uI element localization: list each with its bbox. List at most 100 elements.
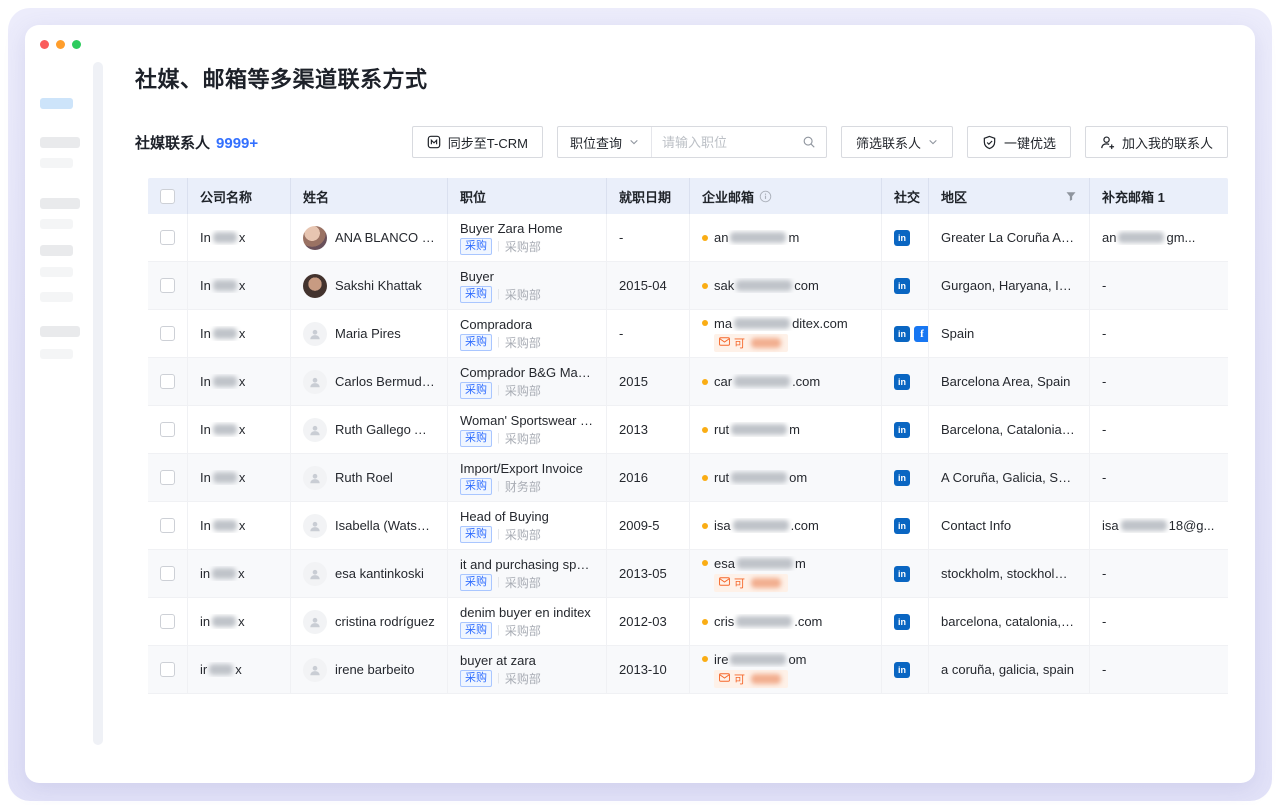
redacted-text bbox=[213, 328, 237, 339]
email-status-dot bbox=[702, 320, 708, 326]
company-cell: Inx bbox=[188, 310, 291, 357]
contact-name: esa kantinkoski bbox=[335, 566, 424, 581]
redacted-text bbox=[213, 424, 237, 435]
position-search-input[interactable] bbox=[662, 135, 796, 150]
linkedin-icon[interactable]: in bbox=[894, 566, 910, 582]
extra-email-cell: - bbox=[1090, 310, 1228, 357]
row-checkbox[interactable] bbox=[160, 422, 175, 437]
row-checkbox[interactable] bbox=[160, 614, 175, 629]
linkedin-icon[interactable]: in bbox=[894, 470, 910, 486]
linkedin-icon[interactable]: in bbox=[894, 518, 910, 534]
column-label-social: 社交 bbox=[894, 187, 920, 206]
badge-check-icon bbox=[982, 135, 997, 150]
hire-date-cell: 2015 bbox=[607, 358, 690, 405]
table-row: InxRuth Gallego AgullóWoman' Sportswear … bbox=[148, 406, 1228, 454]
position-title: Buyer bbox=[460, 269, 494, 284]
extra-email-cell: isa18@g... bbox=[1090, 502, 1228, 549]
social-cell: in bbox=[882, 406, 929, 453]
info-icon[interactable] bbox=[759, 190, 772, 203]
hire-date-cell: 2009-5 bbox=[607, 502, 690, 549]
department-label: 采购部 bbox=[505, 574, 541, 591]
role-tag: 采购 bbox=[460, 430, 492, 447]
position-title: Buyer Zara Home bbox=[460, 221, 563, 236]
name-cell: Isabella (Watson) L... bbox=[291, 502, 448, 549]
company-cell: inx bbox=[188, 598, 291, 645]
row-checkbox[interactable] bbox=[160, 470, 175, 485]
redacted-text bbox=[213, 472, 237, 483]
email-cell: rutom bbox=[690, 454, 882, 501]
toolbar-actions: 同步至T-CRM 职位查询 筛选联系人 bbox=[412, 126, 1228, 158]
email-status-dot bbox=[702, 235, 708, 241]
position-cell: it and purchasing speci...采购|采购部 bbox=[448, 550, 607, 597]
row-checkbox[interactable] bbox=[160, 374, 175, 389]
sidebar-skeleton-item bbox=[40, 245, 73, 256]
row-checkbox[interactable] bbox=[160, 326, 175, 341]
linkedin-icon[interactable]: in bbox=[894, 614, 910, 630]
row-checkbox[interactable] bbox=[160, 566, 175, 581]
tag-divider: | bbox=[497, 240, 500, 252]
sidebar-skeleton-item bbox=[40, 137, 80, 148]
name-cell: Carlos Bermudo Cr... bbox=[291, 358, 448, 405]
filter-contacts-dropdown[interactable]: 筛选联系人 bbox=[841, 126, 953, 158]
redacted-text bbox=[213, 520, 237, 531]
hire-date-cell: 2013-05 bbox=[607, 550, 690, 597]
sidebar-skeleton-item bbox=[40, 198, 80, 209]
name-cell: Sakshi Khattak bbox=[291, 262, 448, 309]
one-click-optimize-button[interactable]: 一键优选 bbox=[967, 126, 1071, 158]
avatar-person-icon bbox=[303, 322, 327, 346]
position-query-label: 职位查询 bbox=[570, 133, 622, 152]
table-row: InxRuth RoelImport/Export Invoice采购|财务部2… bbox=[148, 454, 1228, 502]
position-cell: Woman' Sportswear Bu...采购|采购部 bbox=[448, 406, 607, 453]
deliverable-badge: 可 bbox=[714, 574, 788, 592]
department-label: 财务部 bbox=[505, 478, 541, 495]
email-value: rutom bbox=[702, 470, 807, 485]
sidebar-skeleton-item bbox=[40, 349, 73, 359]
linkedin-icon[interactable]: in bbox=[894, 230, 910, 246]
position-search-field bbox=[652, 127, 826, 157]
position-cell: Buyer Zara Home采购|采购部 bbox=[448, 214, 607, 261]
position-query-dropdown[interactable]: 职位查询 bbox=[558, 127, 652, 157]
filter-icon[interactable] bbox=[1065, 190, 1077, 202]
region-cell: Gurgaon, Haryana, India bbox=[929, 262, 1090, 309]
table-row: InxCarlos Bermudo Cr...Comprador B&G Mas… bbox=[148, 358, 1228, 406]
company-cell: Inx bbox=[188, 406, 291, 453]
tag-divider: | bbox=[497, 288, 500, 300]
extra-email-cell: - bbox=[1090, 454, 1228, 501]
sync-tcrm-button[interactable]: 同步至T-CRM bbox=[412, 126, 543, 158]
avatar-person-icon bbox=[303, 658, 327, 682]
contact-name: Sakshi Khattak bbox=[335, 278, 422, 293]
column-header-social: 社交 bbox=[882, 178, 929, 214]
linkedin-icon[interactable]: in bbox=[894, 662, 910, 678]
facebook-icon[interactable]: f bbox=[914, 326, 929, 342]
sidebar-skeleton-item bbox=[40, 158, 73, 168]
row-checkbox[interactable] bbox=[160, 662, 175, 677]
name-cell: Maria Pires bbox=[291, 310, 448, 357]
browser-window: 社媒、邮箱等多渠道联系方式 社媒联系人 9999+ 同步至T-CRM 职位查询 bbox=[0, 0, 1280, 805]
row-checkbox[interactable] bbox=[160, 230, 175, 245]
linkedin-icon[interactable]: in bbox=[894, 422, 910, 438]
select-all-checkbox[interactable] bbox=[160, 189, 175, 204]
page-title: 社媒、邮箱等多渠道联系方式 bbox=[135, 62, 428, 94]
role-tag: 采购 bbox=[460, 238, 492, 255]
redacted-text bbox=[1121, 520, 1167, 531]
email-value: rutm bbox=[702, 422, 800, 437]
company-cell: inx bbox=[188, 550, 291, 597]
column-label-date: 就职日期 bbox=[619, 187, 671, 206]
avatar-person-icon bbox=[303, 562, 327, 586]
linkedin-icon[interactable]: in bbox=[894, 278, 910, 294]
tag-divider: | bbox=[497, 336, 500, 348]
add-to-my-contacts-button[interactable]: 加入我的联系人 bbox=[1085, 126, 1228, 158]
column-label-region: 地区 bbox=[941, 187, 967, 206]
search-icon[interactable] bbox=[802, 135, 816, 149]
row-checkbox[interactable] bbox=[160, 278, 175, 293]
linkedin-icon[interactable]: in bbox=[894, 326, 910, 342]
email-cell: sakcom bbox=[690, 262, 882, 309]
position-cell: Buyer采购|采购部 bbox=[448, 262, 607, 309]
name-cell: Ruth Roel bbox=[291, 454, 448, 501]
email-cell: isa.com bbox=[690, 502, 882, 549]
table-row: InxIsabella (Watson) L...Head of Buying采… bbox=[148, 502, 1228, 550]
column-label-company: 公司名称 bbox=[200, 187, 252, 206]
deliverable-badge: 可 bbox=[714, 670, 788, 688]
linkedin-icon[interactable]: in bbox=[894, 374, 910, 390]
row-checkbox[interactable] bbox=[160, 518, 175, 533]
